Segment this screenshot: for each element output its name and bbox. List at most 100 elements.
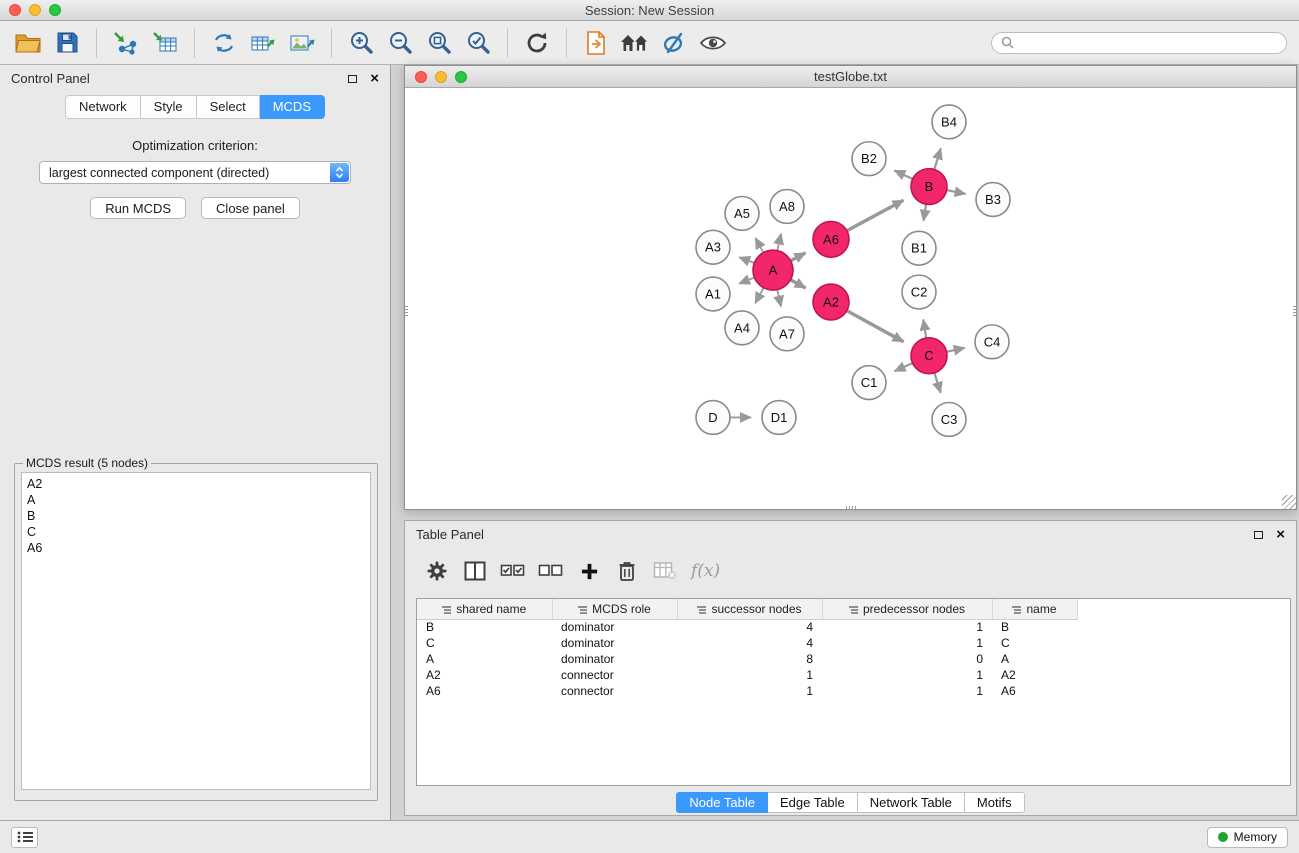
edge-C-C4[interactable] (947, 348, 965, 352)
edge-A-A3[interactable] (739, 257, 754, 263)
node-C2[interactable]: C2 (902, 275, 936, 309)
unselect-all-columns-button[interactable] (535, 555, 567, 587)
edge-A-A1[interactable] (739, 278, 754, 284)
node-B1[interactable]: B1 (902, 231, 936, 265)
zoom-selected-button[interactable] (460, 25, 496, 61)
node-A2[interactable]: A2 (813, 284, 849, 320)
zoom-out-button[interactable] (382, 25, 418, 61)
column-header-predecessor-nodes[interactable]: predecessor nodes (822, 599, 992, 619)
tab-edge-table[interactable]: Edge Table (768, 792, 858, 813)
clone-network-button[interactable] (206, 25, 242, 61)
tab-motifs[interactable]: Motifs (965, 792, 1025, 813)
network-canvas[interactable]: B4B2BB3A8A5A6A3B1AC2A1A2A4A7C4CC1C3DD1 (405, 89, 1296, 509)
toolbar-search-input[interactable] (1019, 36, 1277, 50)
node-A5[interactable]: A5 (725, 196, 759, 230)
node-B2[interactable]: B2 (852, 142, 886, 176)
select-all-columns-button[interactable] (497, 555, 529, 587)
column-header-successor-nodes[interactable]: successor nodes (677, 599, 822, 619)
mcds-result-item[interactable]: B (27, 508, 365, 524)
run-mcds-button[interactable]: Run MCDS (90, 197, 186, 219)
tab-network-table[interactable]: Network Table (858, 792, 965, 813)
edge-A-A5[interactable] (755, 238, 763, 253)
node-table-area[interactable]: shared nameMCDS rolesuccessor nodesprede… (416, 598, 1291, 786)
import-network-button[interactable] (108, 25, 144, 61)
node-A8[interactable]: A8 (770, 190, 804, 224)
node-C3[interactable]: C3 (932, 403, 966, 437)
table-row[interactable]: Cdominator41C (417, 635, 1077, 651)
edge-A-A4[interactable] (755, 288, 763, 304)
edge-C-C3[interactable] (934, 373, 940, 393)
show-panels-button[interactable] (11, 827, 38, 848)
node-A3[interactable]: A3 (696, 230, 730, 264)
resize-handle[interactable] (1282, 495, 1296, 509)
edge-B-B3[interactable] (947, 190, 966, 194)
edge-B-B4[interactable] (934, 148, 940, 169)
node-A4[interactable]: A4 (725, 311, 759, 345)
node-D1[interactable]: D1 (762, 401, 796, 435)
edge-A6-B[interactable] (847, 200, 904, 230)
edge-A-A6[interactable] (791, 253, 806, 261)
edge-A-A7[interactable] (777, 290, 781, 307)
save-session-button[interactable] (49, 25, 85, 61)
minimize-view-button[interactable] (435, 71, 447, 83)
tab-node-table[interactable]: Node Table (676, 792, 768, 813)
node-A1[interactable]: A1 (696, 277, 730, 311)
node-C4[interactable]: C4 (975, 325, 1009, 359)
mcds-result-item[interactable]: A (27, 492, 365, 508)
resize-grip-bottom[interactable] (846, 506, 857, 510)
table-row[interactable]: A6connector11A6 (417, 683, 1077, 699)
column-header-shared-name[interactable]: shared name (417, 599, 552, 619)
apply-layout-button[interactable] (519, 25, 555, 61)
table-settings-button[interactable] (421, 555, 453, 587)
edge-A-A8[interactable] (777, 234, 781, 251)
close-panel-button[interactable]: Close panel (201, 197, 300, 219)
import-table-button[interactable] (147, 25, 183, 61)
edge-A-A2[interactable] (791, 280, 806, 288)
export-document-button[interactable] (578, 25, 614, 61)
column-header-MCDS-role[interactable]: MCDS role (552, 599, 677, 619)
edge-B-B2[interactable] (894, 170, 912, 179)
close-panel-icon[interactable]: × (370, 71, 379, 86)
edge-B-B1[interactable] (923, 204, 926, 221)
export-image-button[interactable] (284, 25, 320, 61)
tab-mcds[interactable]: MCDS (260, 95, 325, 119)
create-column-button[interactable] (573, 555, 605, 587)
optimization-criterion-select[interactable]: largest connected component (directed) (39, 161, 351, 184)
zoom-view-button[interactable] (455, 71, 467, 83)
resize-grip-right[interactable] (1293, 306, 1297, 317)
close-window-button[interactable] (9, 4, 21, 16)
function-builder-button[interactable]: f(x) (687, 561, 720, 581)
home-button[interactable] (617, 25, 653, 61)
zoom-in-button[interactable] (343, 25, 379, 61)
close-table-panel-icon[interactable]: × (1276, 527, 1285, 542)
zoom-window-button[interactable] (49, 4, 61, 16)
table-row[interactable]: Adominator80A (417, 651, 1077, 667)
network-window-titlebar[interactable]: testGlobe.txt (405, 66, 1296, 88)
node-A[interactable]: A (753, 250, 793, 290)
minimize-window-button[interactable] (29, 4, 41, 16)
node-B3[interactable]: B3 (976, 183, 1010, 217)
close-view-button[interactable] (415, 71, 427, 83)
table-row[interactable]: A2connector11A2 (417, 667, 1077, 683)
node-C[interactable]: C (911, 338, 947, 374)
float-table-panel-icon[interactable] (1254, 531, 1263, 539)
network-graph[interactable]: B4B2BB3A8A5A6A3B1AC2A1A2A4A7C4CC1C3DD1 (405, 89, 1296, 509)
delete-column-button[interactable] (611, 555, 643, 587)
export-table-button[interactable] (245, 25, 281, 61)
node-B4[interactable]: B4 (932, 105, 966, 139)
node-A7[interactable]: A7 (770, 317, 804, 351)
mcds-result-item[interactable]: A6 (27, 540, 365, 556)
show-columns-button[interactable] (459, 555, 491, 587)
edge-A2-C[interactable] (847, 311, 904, 342)
resize-grip-left[interactable] (404, 306, 408, 317)
show-hide-button[interactable] (695, 25, 731, 61)
node-table[interactable]: shared nameMCDS rolesuccessor nodesprede… (417, 599, 1078, 699)
node-A6[interactable]: A6 (813, 221, 849, 257)
table-row[interactable]: Bdominator41B (417, 619, 1077, 635)
tab-network[interactable]: Network (65, 95, 141, 119)
column-header-name[interactable]: name (992, 599, 1077, 619)
mcds-result-item[interactable]: C (27, 524, 365, 540)
node-C1[interactable]: C1 (852, 366, 886, 400)
annotation-button[interactable] (656, 25, 692, 61)
open-session-button[interactable] (10, 25, 46, 61)
